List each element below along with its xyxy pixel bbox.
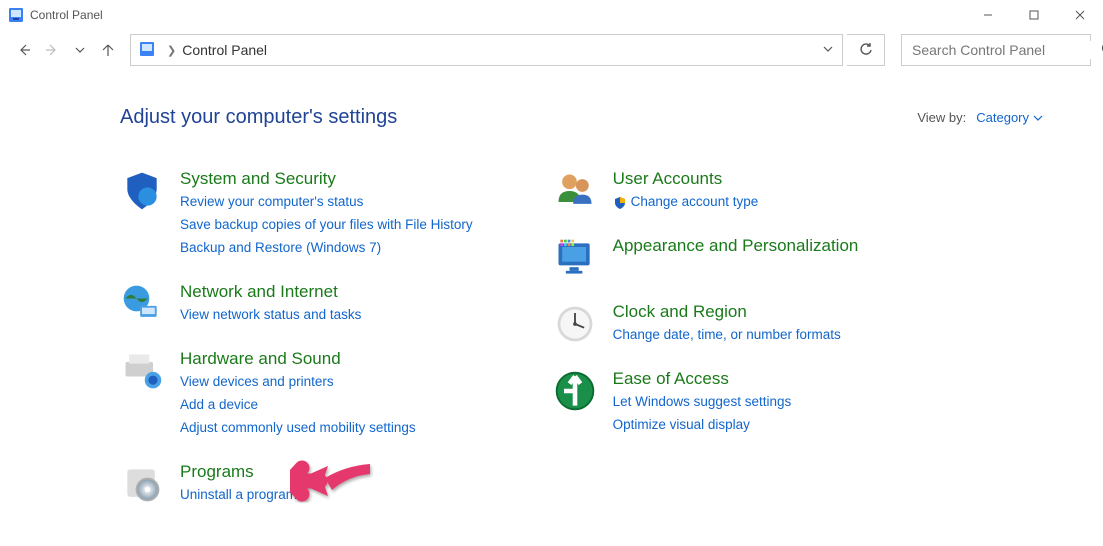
category-system-security: System and Security Review your computer… <box>120 169 473 260</box>
category-column-left: System and Security Review your computer… <box>120 169 473 507</box>
search-box[interactable] <box>901 34 1091 66</box>
category-title[interactable]: Network and Internet <box>180 282 361 302</box>
control-panel-mini-icon <box>139 41 155 60</box>
category-link[interactable]: Change account type <box>613 191 759 214</box>
minimize-button[interactable] <box>965 0 1011 30</box>
category-clock-region: Clock and Region Change date, time, or n… <box>553 302 859 347</box>
refresh-button[interactable] <box>847 34 885 66</box>
maximize-button[interactable] <box>1011 0 1057 30</box>
address-bar[interactable]: ❯ Control Panel <box>130 34 843 66</box>
close-button[interactable] <box>1057 0 1103 30</box>
view-by-label: View by: <box>917 110 966 125</box>
view-by-selector[interactable]: Category <box>976 110 1043 125</box>
category-title[interactable]: User Accounts <box>613 169 759 189</box>
category-title[interactable]: Programs <box>180 462 297 482</box>
category-title[interactable]: Ease of Access <box>613 369 792 389</box>
shield-icon[interactable] <box>120 169 164 213</box>
ease-of-access-icon[interactable] <box>553 369 597 413</box>
category-network-internet: Network and Internet View network status… <box>120 282 473 327</box>
control-panel-app-icon <box>8 7 24 23</box>
view-by-value: Category <box>976 110 1029 125</box>
user-accounts-icon[interactable] <box>553 169 597 213</box>
page-title: Adjust your computer's settings <box>120 106 397 129</box>
category-link[interactable]: Adjust commonly used mobility settings <box>180 417 416 440</box>
category-link[interactable]: View network status and tasks <box>180 304 361 327</box>
category-ease-of-access: Ease of Access Let Windows suggest setti… <box>553 369 859 437</box>
view-by: View by: Category <box>917 110 1043 125</box>
window-controls <box>965 0 1103 30</box>
category-column-right: User Accounts Change account type <box>553 169 859 507</box>
recent-locations-button[interactable] <box>68 38 92 62</box>
address-dropdown-button[interactable] <box>822 43 834 58</box>
category-grid: System and Security Review your computer… <box>120 169 1043 507</box>
breadcrumb-item[interactable]: Control Panel <box>182 42 267 58</box>
category-link[interactable]: View devices and printers <box>180 371 416 394</box>
uac-shield-icon <box>613 195 627 209</box>
category-link[interactable]: Add a device <box>180 394 416 417</box>
up-button[interactable] <box>96 38 120 62</box>
globe-network-icon[interactable] <box>120 282 164 326</box>
forward-button[interactable] <box>40 38 64 62</box>
category-link[interactable]: Save backup copies of your files with Fi… <box>180 214 473 237</box>
programs-disc-icon[interactable] <box>120 462 164 506</box>
title-bar: Control Panel <box>0 0 1103 30</box>
category-link-text: Change account type <box>631 191 759 214</box>
chevron-right-icon[interactable]: ❯ <box>167 44 176 57</box>
category-title[interactable]: Hardware and Sound <box>180 349 416 369</box>
navigation-row: ❯ Control Panel <box>0 30 1103 70</box>
category-appearance: Appearance and Personalization <box>553 236 859 280</box>
category-link[interactable]: Uninstall a program <box>180 484 297 507</box>
category-link[interactable]: Let Windows suggest settings <box>613 391 792 414</box>
category-link[interactable]: Review your computer's status <box>180 191 473 214</box>
window-title: Control Panel <box>30 8 103 22</box>
category-title[interactable]: System and Security <box>180 169 473 189</box>
clock-icon[interactable] <box>553 302 597 346</box>
category-programs: Programs Uninstall a program <box>120 462 473 507</box>
content-header: Adjust your computer's settings View by:… <box>120 106 1043 129</box>
category-link[interactable]: Optimize visual display <box>613 414 792 437</box>
back-button[interactable] <box>12 38 36 62</box>
category-user-accounts: User Accounts Change account type <box>553 169 859 214</box>
chevron-down-icon <box>1033 113 1043 123</box>
category-link[interactable]: Backup and Restore (Windows 7) <box>180 237 473 260</box>
category-title[interactable]: Appearance and Personalization <box>613 236 859 256</box>
category-hardware-sound: Hardware and Sound View devices and prin… <box>120 349 473 440</box>
appearance-monitor-icon[interactable] <box>553 236 597 280</box>
search-input[interactable] <box>910 41 1095 59</box>
main-content: Adjust your computer's settings View by:… <box>0 70 1103 507</box>
category-title[interactable]: Clock and Region <box>613 302 841 322</box>
category-link[interactable]: Change date, time, or number formats <box>613 324 841 347</box>
printer-hardware-icon[interactable] <box>120 349 164 393</box>
